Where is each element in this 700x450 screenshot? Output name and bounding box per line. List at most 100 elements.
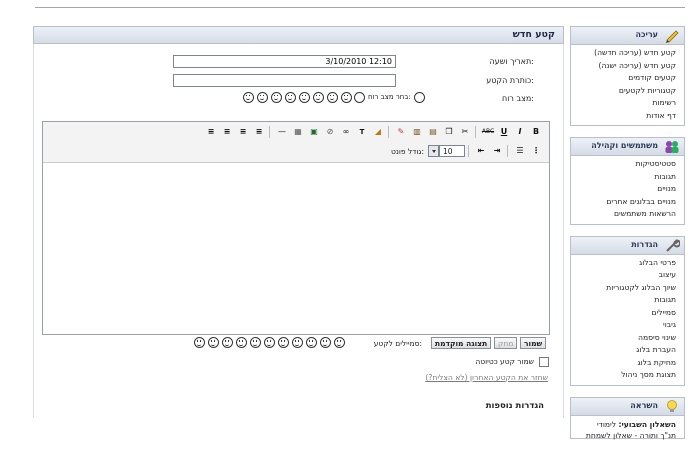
sidebar-item-permissions[interactable]: הרשאות משתמשים (571, 208, 684, 221)
smilies-label: סמיילים לקטע: (373, 339, 422, 348)
wrench-icon (666, 239, 680, 252)
happy-smiley-icon[interactable] (298, 91, 310, 103)
more-settings-title: הגדרות נוספות (485, 401, 544, 411)
unlink-icon[interactable]: ⊘ (323, 125, 337, 139)
sad-smiley-icon[interactable] (263, 337, 275, 348)
sidebar-item-comments[interactable]: תגובות (571, 171, 684, 184)
page-header: קטע חדש (33, 26, 564, 44)
datetime-field[interactable] (173, 55, 396, 68)
sidebar: עריכה קטע חדש (עריכה חדשה) קטע חדש (עריכ… (570, 26, 685, 450)
sidebar-box-settings: הגדרות פרטי הבלוג עיצוב שיוך הבלוג לקטגו… (570, 235, 685, 386)
save-button[interactable]: שמור (520, 337, 547, 349)
sidebar-item-categories[interactable]: קטגוריות לקטעים (571, 85, 684, 98)
sidebar-item-lists[interactable]: רשימות (571, 97, 684, 110)
sidebar-item-admin-display[interactable]: תצוגת מסך ניהול (571, 369, 684, 382)
sad-smiley-icon[interactable] (270, 91, 282, 103)
mood-label: מצב רוח: (502, 94, 534, 103)
sidebar-item-comment-settings[interactable]: תגובות (571, 294, 684, 307)
laugh-smiley-icon[interactable] (249, 337, 261, 348)
font-size-select[interactable]: 10 (439, 145, 465, 157)
sidebar-item-about[interactable]: דף אודות (571, 110, 684, 123)
cut-icon[interactable]: ✂ (458, 125, 472, 139)
sidebar-item-other-blogs[interactable]: מנויים בבלוגים אחרים (571, 196, 684, 209)
bold-icon[interactable]: B (529, 125, 543, 139)
angry-smiley-icon[interactable] (221, 337, 233, 348)
paste-icon[interactable]: ▤ (426, 125, 440, 139)
editor-toolbar: B I U ABC ✂ ❐ ▤ ▥ ✎ ◢ T ∞ ⊘ ▣ ▦ — ≡ ≡ ≡ … (43, 122, 549, 163)
smile-smiley-icon[interactable] (284, 91, 296, 103)
text-color-icon[interactable]: ◢ (371, 125, 385, 139)
sidebar-box-users: משתמשים וקהילה סטטיסטיקות תגובות מנויים … (570, 137, 685, 225)
restore-last-link[interactable]: שחזר את הקטע האחרון (לא הצליח?) (425, 373, 548, 382)
sidebar-item-subscribers[interactable]: מנויים (571, 183, 684, 196)
surprised-smiley-icon[interactable] (312, 91, 324, 103)
unordered-list-icon[interactable]: ☰ (513, 144, 527, 158)
link-icon[interactable]: ∞ (339, 125, 353, 139)
sidebar-item-change-password[interactable]: שינוי סיסמה (571, 332, 684, 345)
sidebar-item-backup[interactable]: גיבוי (571, 319, 684, 332)
sidebar-box-editing: עריכה קטע חדש (עריכה חדשה) קטע חדש (עריכ… (570, 26, 685, 126)
mischievous-smiley-icon[interactable] (193, 337, 205, 348)
draft-label: שמור קטע כטיוטה (475, 357, 534, 366)
top-divider (35, 7, 685, 8)
grin-smiley-icon[interactable] (235, 337, 247, 348)
inspiration-tip[interactable]: השאלון השבועי: לימודי תנ"ך ותורה - שאלון… (571, 416, 684, 444)
preview-button[interactable]: תצוגה מוקדמת (431, 337, 492, 349)
align-left-icon[interactable]: ≡ (220, 125, 234, 139)
sidebar-item-smilies[interactable]: סמיילים (571, 307, 684, 320)
tongue-smiley-icon[interactable] (207, 337, 219, 348)
text-direction-icon[interactable]: T (355, 125, 369, 139)
font-size-label: גודל פונט: (391, 146, 424, 156)
cool-smiley-icon[interactable] (333, 337, 345, 348)
cool-smiley-icon[interactable] (326, 91, 338, 103)
align-center-icon[interactable]: ≡ (236, 125, 250, 139)
sidebar-box-header: השראה (571, 397, 684, 416)
pencil-icon (666, 30, 679, 43)
draft-checkbox[interactable] (539, 357, 549, 367)
align-justify-icon[interactable]: ≡ (204, 125, 218, 139)
smile-smiley-icon[interactable] (277, 337, 289, 348)
title-field[interactable] (173, 74, 396, 87)
image-icon[interactable]: ▣ (307, 125, 321, 139)
mood-selector: בחר מצב רוח: (241, 91, 426, 103)
sidebar-box-header: הגדרות (571, 236, 684, 255)
sidebar-item-new-post-old[interactable]: קטע חדש (עריכה ישנה) (571, 60, 684, 73)
indent-icon[interactable]: ⇥ (490, 144, 504, 158)
outdent-icon[interactable]: ⇤ (474, 144, 488, 158)
sidebar-item-previous-posts[interactable]: קטעים קודמים (571, 72, 684, 85)
italic-icon[interactable]: I (513, 125, 527, 139)
remove-format-icon[interactable]: ✎ (394, 125, 408, 139)
sidebar-item-statistics[interactable]: סטטיסטיקות (571, 158, 684, 171)
sidebar-box-header: משתמשים וקהילה (571, 138, 684, 156)
surprised-smiley-icon[interactable] (319, 337, 331, 348)
underline-icon[interactable]: U (497, 125, 511, 139)
ordered-list-icon[interactable]: ⋮ (529, 144, 543, 158)
rich-text-editor[interactable]: B I U ABC ✂ ❐ ▤ ▥ ✎ ◢ T ∞ ⊘ ▣ ▦ — ≡ ≡ ≡ … (42, 121, 550, 335)
delete-button[interactable]: מחק (494, 337, 518, 349)
sidebar-item-blog-details[interactable]: פרטי הבלוג (571, 257, 684, 270)
chevron-down-icon[interactable] (428, 145, 439, 157)
smilies-list (192, 337, 346, 348)
strikethrough-icon[interactable]: ABC (481, 125, 495, 139)
sidebar-item-delete-blog[interactable]: מחיקת בלוג (571, 357, 684, 370)
sidebar-box-header: עריכה (571, 27, 684, 45)
datetime-label: תאריך ושעה: (489, 57, 534, 66)
happy-smiley-icon[interactable] (305, 337, 317, 348)
sidebar-item-design[interactable]: עיצוב (571, 269, 684, 282)
mood-radio[interactable] (354, 91, 365, 103)
grin-smiley-icon[interactable] (242, 91, 254, 103)
mood-choose-radio[interactable] (413, 91, 425, 103)
lightbulb-icon (667, 399, 677, 412)
table-icon[interactable]: ▦ (291, 125, 305, 139)
align-right-icon[interactable]: ≡ (252, 125, 266, 139)
copy-icon[interactable]: ❐ (442, 125, 456, 139)
sidebar-item-blog-categories[interactable]: שיוך הבלוג לקטגוריות (571, 282, 684, 295)
paste-word-icon[interactable]: ▥ (410, 125, 424, 139)
laugh-smiley-icon[interactable] (256, 91, 268, 103)
page-title: קטע חדש (512, 29, 555, 40)
sidebar-item-transfer-blog[interactable]: העברת בלוג (571, 344, 684, 357)
horizontal-rule-icon[interactable]: — (275, 125, 289, 139)
cool-smiley-icon[interactable] (340, 91, 352, 103)
sidebar-item-new-post-new[interactable]: קטע חדש (עריכה חדשה) (571, 47, 684, 60)
wink-smiley-icon[interactable] (291, 337, 303, 348)
